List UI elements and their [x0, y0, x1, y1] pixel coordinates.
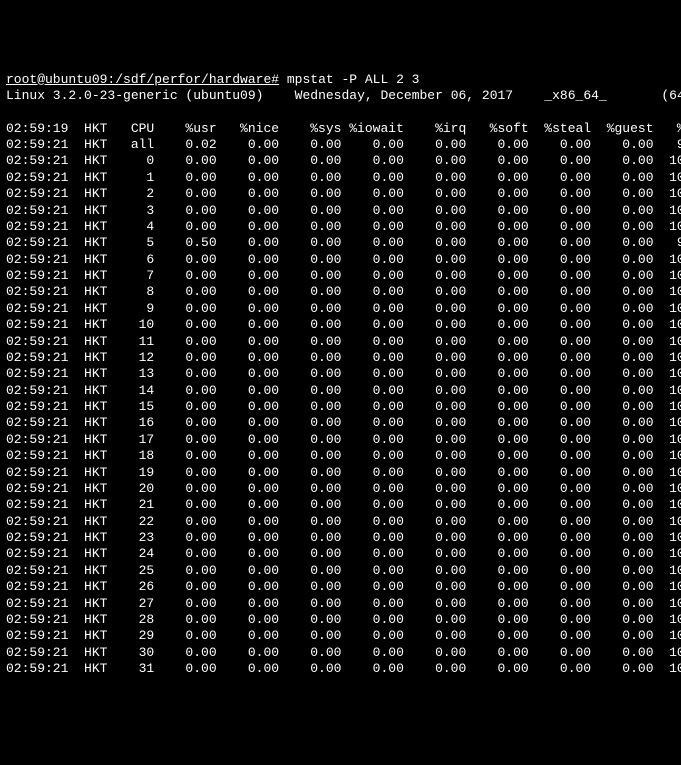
table-row: 02:59:21 HKT 26 0.00 0.00 0.00 0.00 0.00…	[6, 579, 681, 594]
table-row: 02:59:21 HKT 12 0.00 0.00 0.00 0.00 0.00…	[6, 350, 681, 365]
table-row: 02:59:21 HKT 27 0.00 0.00 0.00 0.00 0.00…	[6, 596, 681, 611]
table-row: 02:59:21 HKT 25 0.00 0.00 0.00 0.00 0.00…	[6, 563, 681, 578]
banner-arch: _x86_64_	[544, 88, 606, 103]
table-row: 02:59:21 HKT 30 0.00 0.00 0.00 0.00 0.00…	[6, 645, 681, 660]
terminal-output[interactable]: root@ubuntu09:/sdf/perfor/hardware# mpst…	[6, 72, 675, 678]
table-row: 02:59:21 HKT 2 0.00 0.00 0.00 0.00 0.00 …	[6, 186, 681, 201]
table-row: 02:59:21 HKT 1 0.00 0.00 0.00 0.00 0.00 …	[6, 170, 681, 185]
table-row: 02:59:21 HKT 15 0.00 0.00 0.00 0.00 0.00…	[6, 399, 681, 414]
table-row: 02:59:21 HKT 24 0.00 0.00 0.00 0.00 0.00…	[6, 546, 681, 561]
table-row: 02:59:21 HKT 29 0.00 0.00 0.00 0.00 0.00…	[6, 628, 681, 643]
table-row: 02:59:21 HKT 10 0.00 0.00 0.00 0.00 0.00…	[6, 317, 681, 332]
table-row: 02:59:21 HKT 19 0.00 0.00 0.00 0.00 0.00…	[6, 465, 681, 480]
banner-os: Linux 3.2.0-23-generic (ubuntu09)	[6, 88, 263, 103]
command: mpstat -P ALL 2 3	[287, 72, 420, 87]
table-row: 02:59:21 HKT all 0.02 0.00 0.00 0.00 0.0…	[6, 137, 681, 152]
table-row: 02:59:21 HKT 14 0.00 0.00 0.00 0.00 0.00…	[6, 383, 681, 398]
data-rows: 02:59:21 HKT all 0.02 0.00 0.00 0.00 0.0…	[6, 137, 675, 677]
table-row: 02:59:21 HKT 5 0.50 0.00 0.00 0.00 0.00 …	[6, 235, 681, 250]
table-row: 02:59:21 HKT 7 0.00 0.00 0.00 0.00 0.00 …	[6, 268, 681, 283]
table-row: 02:59:21 HKT 28 0.00 0.00 0.00 0.00 0.00…	[6, 612, 681, 627]
blank-line	[6, 104, 14, 119]
prompt-line: root@ubuntu09:/sdf/perfor/hardware# mpst…	[6, 72, 419, 87]
table-row: 02:59:21 HKT 22 0.00 0.00 0.00 0.00 0.00…	[6, 514, 681, 529]
header-row: 02:59:19 HKT CPU %usr %nice %sys %iowait…	[6, 121, 681, 136]
table-row: 02:59:21 HKT 9 0.00 0.00 0.00 0.00 0.00 …	[6, 301, 681, 316]
table-row: 02:59:21 HKT 11 0.00 0.00 0.00 0.00 0.00…	[6, 334, 681, 349]
table-row: 02:59:21 HKT 3 0.00 0.00 0.00 0.00 0.00 …	[6, 203, 681, 218]
table-row: 02:59:21 HKT 8 0.00 0.00 0.00 0.00 0.00 …	[6, 284, 681, 299]
table-row: 02:59:21 HKT 16 0.00 0.00 0.00 0.00 0.00…	[6, 415, 681, 430]
banner-date: Wednesday, December 06, 2017	[295, 88, 513, 103]
banner-line: Linux 3.2.0-23-generic (ubuntu09) Wednes…	[6, 88, 681, 103]
table-row: 02:59:21 HKT 4 0.00 0.00 0.00 0.00 0.00 …	[6, 219, 681, 234]
table-row: 02:59:21 HKT 0 0.00 0.00 0.00 0.00 0.00 …	[6, 153, 681, 168]
table-row: 02:59:21 HKT 18 0.00 0.00 0.00 0.00 0.00…	[6, 448, 681, 463]
banner-cpu: (64 CPU)	[661, 88, 681, 103]
table-row: 02:59:21 HKT 13 0.00 0.00 0.00 0.00 0.00…	[6, 366, 681, 381]
table-row: 02:59:21 HKT 6 0.00 0.00 0.00 0.00 0.00 …	[6, 252, 681, 267]
table-row: 02:59:21 HKT 23 0.00 0.00 0.00 0.00 0.00…	[6, 530, 681, 545]
table-row: 02:59:21 HKT 20 0.00 0.00 0.00 0.00 0.00…	[6, 481, 681, 496]
table-row: 02:59:21 HKT 21 0.00 0.00 0.00 0.00 0.00…	[6, 497, 681, 512]
prompt-label: root@ubuntu09:/sdf/perfor/hardware#	[6, 72, 279, 87]
table-row: 02:59:21 HKT 31 0.00 0.00 0.00 0.00 0.00…	[6, 661, 681, 676]
table-row: 02:59:21 HKT 17 0.00 0.00 0.00 0.00 0.00…	[6, 432, 681, 447]
